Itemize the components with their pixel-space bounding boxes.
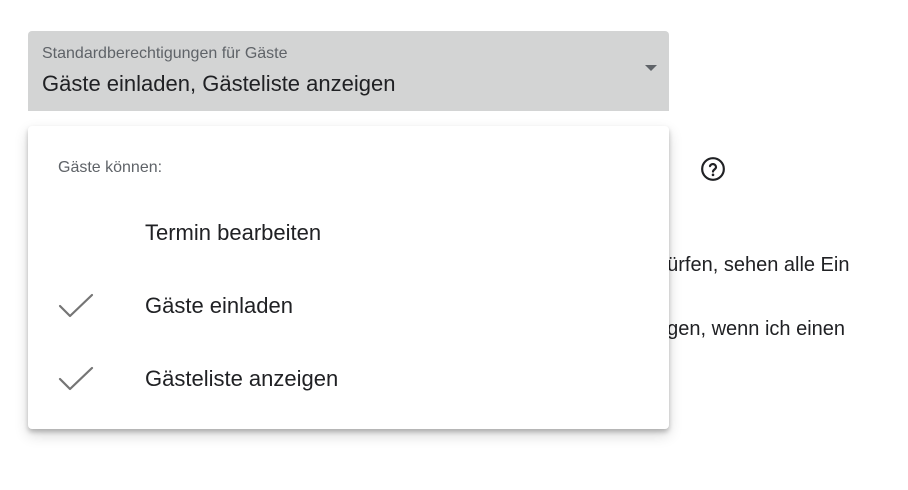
menu-item-invite-guests[interactable]: Gäste einladen — [28, 275, 669, 337]
menu-item-label: Termin bearbeiten — [145, 220, 322, 245]
menu-item-edit-event[interactable]: Termin bearbeiten — [28, 202, 669, 264]
select-value: Gäste einladen, Gästeliste anzeigen — [42, 71, 396, 96]
guest-permissions-menu: Gäste können: Termin bearbeiten Gäste ei… — [28, 126, 669, 429]
guest-permissions-select[interactable]: Standardberechtigungen für Gäste Gäste e… — [28, 31, 669, 111]
select-label: Standardberechtigungen für Gäste — [42, 45, 288, 62]
check-icon — [58, 366, 94, 391]
menu-header: Gäste können: — [58, 159, 163, 176]
chevron-down-icon — [645, 65, 657, 71]
help-circle-icon[interactable] — [700, 156, 726, 182]
background-text-line: dürfen, sehen alle Ein — [656, 254, 850, 276]
menu-item-label: Gäste einladen — [145, 293, 293, 318]
background-text-line: ügen, wenn ich einen — [656, 318, 846, 340]
menu-item-view-guest-list[interactable]: Gästeliste anzeigen — [28, 348, 669, 410]
check-icon — [58, 293, 94, 318]
menu-item-label: Gästeliste anzeigen — [145, 366, 339, 391]
settings-page: Standardberechtigungen für Gäste Gäste e… — [0, 0, 908, 490]
